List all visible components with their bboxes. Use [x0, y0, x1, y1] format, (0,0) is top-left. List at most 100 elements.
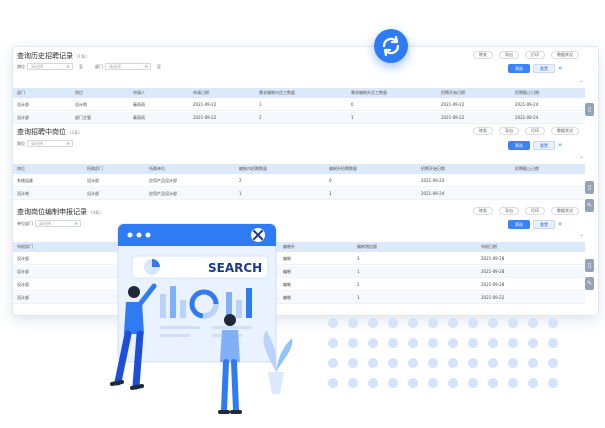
side-edit-button[interactable]: ✎	[585, 199, 594, 212]
filter-button[interactable]: 筛选	[508, 64, 530, 73]
table-cell: 2021-09-22	[441, 115, 465, 120]
forward-button[interactable]: 转发	[473, 51, 493, 59]
export-button[interactable]: 导出	[499, 207, 519, 215]
clear-icon[interactable]: ✕	[145, 64, 148, 69]
side-document-button[interactable]: ▯	[585, 259, 594, 272]
filter-label-dept: 部门	[95, 64, 103, 69]
table-cell: 2021-09-22	[481, 295, 505, 300]
table-cell: 2	[357, 282, 360, 287]
table-row[interactable]: 设计部 编制 1 2021-09-28	[13, 266, 585, 278]
forward-button[interactable]: 转发	[473, 207, 493, 215]
col-header: 岗位	[75, 90, 83, 95]
table-cell: 1	[357, 269, 360, 274]
post-select[interactable]: 请选择 ✕	[27, 140, 73, 147]
section-title-text: 查询历史招聘记录	[17, 52, 73, 60]
document-icon: ▯	[587, 106, 592, 113]
table-cell: 设计部	[17, 102, 29, 107]
print-button[interactable]: 打印	[525, 207, 545, 215]
post-select[interactable]: 请选择 ✕	[27, 63, 73, 70]
clear-icon[interactable]: ✕	[67, 141, 70, 146]
table-cell: 应用产品设计部	[149, 178, 177, 183]
table-cell: 2021-09-22	[441, 102, 465, 107]
section-title-text: 查询招聘中岗位	[17, 128, 66, 136]
table-row[interactable]: 设计部 设计岗 秦雨雨 2021-09-22 1 0 2021-09-22 20…	[13, 99, 585, 111]
filter-label-to-2: 至	[157, 64, 161, 69]
export-button[interactable]: 导出	[499, 127, 519, 135]
table-row[interactable]: 设计部 部门主管 秦雨雨 2021-09-22 2 1 2021-09-22 2…	[13, 112, 585, 124]
reset-button[interactable]: 重置	[533, 141, 555, 150]
table-row[interactable]: 设计部 编制 1 2021-09-22	[13, 292, 585, 304]
table-cell: 设计部	[17, 295, 29, 300]
filter-button[interactable]: 筛选	[508, 141, 530, 150]
data-status-button[interactable]: 数据状况	[551, 51, 579, 59]
side-document-button[interactable]: ▯	[585, 103, 594, 116]
filter-label-dept: 单位部门	[17, 221, 33, 226]
data-status-button[interactable]: 数据状况	[551, 207, 579, 215]
table-row[interactable]: 设计部 编制 3 2021-09-28	[13, 253, 585, 265]
side-edit-button[interactable]: ✎	[585, 277, 594, 290]
section-title-text: 查询岗位编制申报记录	[17, 208, 87, 216]
col-header: 申请人	[133, 90, 145, 95]
table-row[interactable]: 系统运维 设计部 应用产品设计部 2 0 2021-09-24	[13, 175, 585, 187]
table-cell: 1	[351, 115, 354, 120]
chevron-down-icon[interactable]: ⌄	[579, 153, 584, 160]
col-header: 所属单位	[149, 166, 165, 171]
data-status-button[interactable]: 数据状况	[551, 127, 579, 135]
reset-button[interactable]: 重置	[533, 220, 555, 229]
table-cell: 0	[351, 102, 354, 107]
table-cell: 2021-09-22	[193, 115, 217, 120]
col-header: 申报日期	[481, 244, 497, 249]
chevron-down-icon[interactable]: ⌄	[579, 77, 584, 84]
table-row[interactable]: 设计部 编制 2 2021-09-28	[13, 279, 585, 291]
expand-more-icon[interactable]: »	[558, 141, 562, 149]
col-header: 编制内招聘数量	[239, 166, 267, 171]
refresh-button[interactable]	[374, 29, 408, 63]
col-header: 申请日期	[193, 90, 209, 95]
dept-select[interactable]: 请选择 ✕	[105, 63, 151, 70]
export-button[interactable]: 导出	[499, 51, 519, 59]
table-cell: 系统运维	[17, 178, 33, 183]
table-cell: 2	[239, 178, 242, 183]
side-document-button[interactable]: ▯	[585, 181, 594, 194]
expand-more-icon[interactable]: »	[558, 64, 562, 72]
table-cell: 2021-09-24	[515, 102, 539, 107]
table-cell: 2021-09-24	[421, 191, 445, 196]
table-cell: 设计部	[17, 269, 29, 274]
col-header: 申报部门	[17, 244, 33, 249]
filter-label-post: 岗位	[17, 64, 25, 69]
section-title-history: 查询历史招聘记录 (1条)	[17, 51, 87, 61]
table-header: 部门 岗位 申请人 申请日期 需求编制内员工数量 需求编制外员工数量 招聘开始日…	[13, 88, 585, 98]
clear-icon[interactable]: ✕	[75, 221, 78, 226]
post-select-placeholder: 请选择	[31, 141, 43, 146]
print-button[interactable]: 打印	[525, 51, 545, 59]
table-cell: 2021-09-28	[481, 282, 505, 287]
post-select-placeholder: 请选择	[31, 64, 43, 69]
dept-select[interactable]: 请选择 ✕	[35, 220, 81, 227]
table-cell: 3	[357, 256, 360, 261]
reset-button[interactable]: 重置	[533, 64, 555, 73]
table-header: 岗位 所属部门 所属单位 编制内招聘数量 编制外招聘数量 招聘开始日期 招聘截止…	[13, 164, 585, 174]
table-cell: 2021-09-22	[193, 102, 217, 107]
col-header: 编制外招聘数量	[329, 166, 357, 171]
table-cell: 1	[329, 191, 332, 196]
forward-button[interactable]: 转发	[473, 127, 493, 135]
col-header: 需求编制内员工数量	[259, 90, 295, 95]
table-cell: 2	[259, 115, 262, 120]
refresh-icon	[382, 35, 400, 57]
expand-more-icon[interactable]: »	[558, 220, 562, 228]
record-count: (1条)	[77, 54, 87, 59]
col-header: 需求编制外员工数量	[351, 90, 387, 95]
print-button[interactable]: 打印	[525, 127, 545, 135]
table-cell: 2021-09-28	[481, 256, 505, 261]
col-header: 编制增加量	[357, 244, 377, 249]
filter-button[interactable]: 筛选	[508, 220, 530, 229]
section-title-recruiting: 查询招聘中岗位 (2条)	[17, 127, 80, 137]
decorative-dot-grid	[328, 318, 558, 388]
table-cell: 1	[357, 295, 360, 300]
clear-icon[interactable]: ✕	[67, 64, 70, 69]
table-cell: 应用产品设计部	[149, 191, 177, 196]
col-header: 招聘截止日期	[515, 166, 539, 171]
col-header: 部门	[17, 90, 25, 95]
table-row[interactable]: 设计岗 设计部 应用产品设计部 1 1 2021-09-24	[13, 188, 585, 200]
chevron-down-icon[interactable]: ⌄	[579, 231, 584, 238]
